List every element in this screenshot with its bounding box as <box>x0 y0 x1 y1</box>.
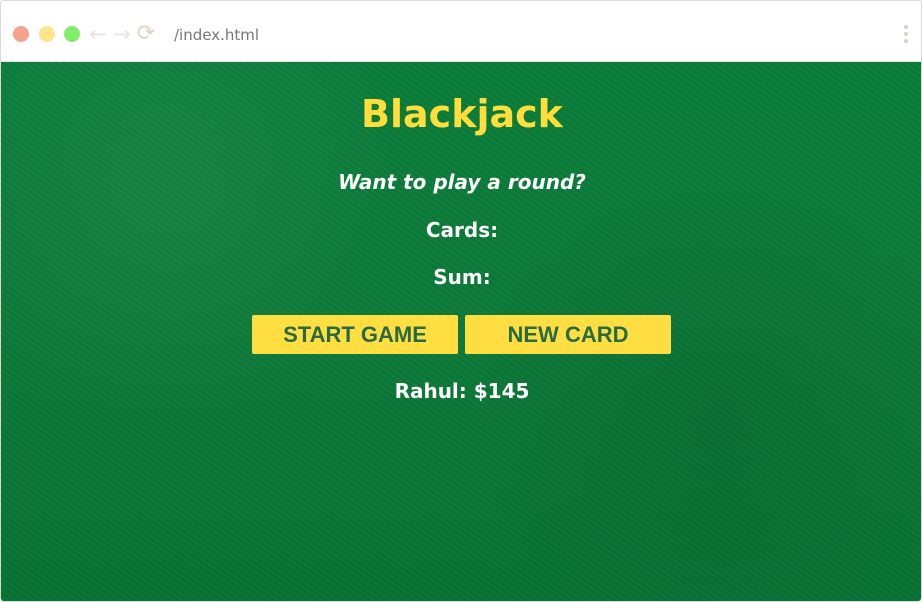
zoom-window-button[interactable] <box>64 26 80 42</box>
start-game-button[interactable]: START GAME <box>252 315 458 354</box>
minimize-window-button[interactable] <box>39 26 55 42</box>
address-bar-url[interactable]: /index.html <box>174 24 259 46</box>
browser-window: ← → ⟳ /index.html Blackjack Want to play… <box>0 0 922 602</box>
back-arrow-icon[interactable]: ← <box>87 21 109 47</box>
close-window-button[interactable] <box>13 26 29 42</box>
forward-arrow-icon[interactable]: → <box>111 21 133 47</box>
reload-icon[interactable]: ⟳ <box>135 21 157 47</box>
game-page: Blackjack Want to play a round? Cards: S… <box>1 62 921 601</box>
game-title: Blackjack <box>361 92 563 136</box>
new-card-button[interactable]: NEW CARD <box>465 315 671 354</box>
more-options-icon[interactable] <box>904 25 908 43</box>
cards-label: Cards: <box>425 218 499 242</box>
sum-label: Sum: <box>433 265 491 289</box>
browser-title-bar: ← → ⟳ /index.html <box>1 1 921 62</box>
game-message: Want to play a round? <box>338 170 586 194</box>
player-balance: Rahul: $145 <box>394 379 530 403</box>
